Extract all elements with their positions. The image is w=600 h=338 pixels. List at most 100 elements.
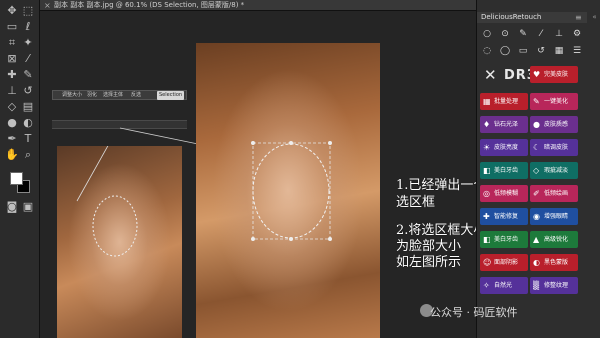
panel-button-label: 一键美化 [544,98,569,105]
moon-icon: ☾ [533,143,541,152]
panel-button-label: 美白牙齿 [494,167,519,174]
magic-wand-tool-icon[interactable]: ✦ [21,36,35,50]
panel-button-15[interactable]: ☺ 面部阴影 [480,254,528,271]
panel-button-label: 批量处理 [494,98,519,105]
panel-button-1[interactable]: ▦ 批量处理 [480,93,528,110]
panel-button-label: 修整纹理 [544,282,569,289]
option-item-select-subject[interactable]: 选择主体 [103,91,123,100]
panel-button-16[interactable]: ◐ 黑色蒙版 [530,254,578,271]
panel-button-label: 暗调皮肤 [544,144,569,151]
panel-collapse-icon[interactable]: « [588,12,600,23]
panel-button-label: 皮肤质感 [544,121,569,128]
history-brush-tool-icon[interactable]: ↺ [21,84,35,98]
tooth-icon: ◧ [483,166,491,175]
panel-button-18[interactable]: ▒ 修整纹理 [530,277,578,294]
hand-tool-icon[interactable]: ✋ [5,148,19,162]
reference-portrait-image [57,146,182,338]
screen-mode-icon[interactable]: ▣ [21,200,35,214]
resize-handle-top-left[interactable] [251,141,255,145]
panel-button-3[interactable]: ♦ 钻石光泽 [480,116,528,133]
tools-cross-icon: ✕ [484,66,497,84]
panel-button-8[interactable]: ◇ 瑕疵减淡 [530,162,578,179]
lasso-icon[interactable]: ◌ [481,45,493,57]
type-tool-icon[interactable]: T [21,132,35,146]
document-tab[interactable]: × 副本 副本 副本.jpg @ 60.1% (DS Selection, 图层… [40,0,476,11]
resize-handle-bottom-left[interactable] [251,237,255,241]
resize-handle-top[interactable] [289,141,293,145]
crop-tool-icon[interactable]: ⌗ [5,36,19,50]
stamp-icon[interactable]: ⊥ [553,28,565,40]
mask-icon: ◐ [533,258,540,267]
panel-button-6[interactable]: ☾ 暗调皮肤 [530,139,578,156]
option-item-resize[interactable]: 调整大小 [62,91,82,100]
watermark-text: 公众号 · 码匠软件 [430,306,518,319]
panel-button-13[interactable]: ◧ 美白牙齿 [480,231,528,248]
resize-handle-bottom-right[interactable] [328,237,332,241]
option-item-feather[interactable]: 羽化 [87,91,97,100]
blur-tool-icon[interactable]: ● [5,116,19,130]
history-icon[interactable]: ↺ [535,45,547,57]
circle-select-icon[interactable]: ◯ [499,45,511,57]
lasso-tool-icon[interactable]: ℓ [21,20,35,34]
paint-icon: ✐ [533,189,540,198]
face-selection-ellipse[interactable] [252,143,330,239]
resize-handle-bottom[interactable] [289,237,293,241]
panel-menu-icon[interactable]: ≡ [575,12,582,23]
foreground-color-swatch[interactable] [10,172,23,185]
pen-tool-icon[interactable]: ✒ [5,132,19,146]
panel-button-11[interactable]: ✚ 智能修复 [480,208,528,225]
marquee-icon[interactable]: ▭ [517,45,529,57]
panel-title-bar: DeliciousRetouch ≡ [477,12,587,23]
eyedropper-tool-icon[interactable]: ⁄ [21,52,35,66]
panel-button-label: 智能修复 [494,213,519,220]
brush-size-icon[interactable]: ○ [481,28,493,40]
panel-button-12[interactable]: ◉ 增强眼睛 [530,208,578,225]
marquee-tool-icon[interactable]: ▭ [5,20,19,34]
diamond-icon: ♦ [483,120,491,129]
gradient-tool-icon[interactable]: ▤ [21,100,35,114]
reference-guide-line [76,146,109,202]
panel-button-7[interactable]: ◧ 美白牙齿 [480,162,528,179]
layers-icon[interactable]: ☰ [571,45,583,57]
option-item-selection[interactable]: Selection [157,91,185,100]
selection-overlay [251,141,332,241]
eraser-icon: ◇ [533,166,540,175]
eraser-tool-icon[interactable]: ◇ [5,100,19,114]
droplet-icon: ● [533,120,540,129]
clone-stamp-tool-icon[interactable]: ⊥ [5,84,19,98]
panel-button-17[interactable]: ✧ 自然光 [480,277,528,294]
frame-tool-icon[interactable]: ⊠ [5,52,19,66]
resize-handle-top-right[interactable] [328,141,332,145]
panel-button-label: 增强眼睛 [544,213,569,220]
brush-tool-icon[interactable]: ✎ [21,68,35,82]
texture-icon: ▒ [533,281,540,290]
panel-button-0[interactable]: ♥ 完美皮肤 [530,66,578,83]
bandage-icon: ✚ [483,212,490,221]
panel-button-5[interactable]: ☀ 皮肤亮度 [480,139,528,156]
panel-button-9[interactable]: ◎ 低频模糊 [480,185,528,202]
close-tab-icon[interactable]: × [44,0,51,11]
dodge-tool-icon[interactable]: ◐ [21,116,35,130]
option-item-invert[interactable]: 反选 [131,91,141,100]
settings-icon[interactable]: ⚙ [571,28,583,40]
main-portrait-image[interactable] [196,43,380,338]
reference-face-selection [92,195,138,257]
pen-icon[interactable]: ✎ [517,28,529,40]
panel-button-4[interactable]: ● 皮肤质感 [530,116,578,133]
panel-button-label: 低频模糊 [494,190,519,197]
zoom-tool-icon[interactable]: ⌕ [21,148,35,162]
tools-panel: ✥ ⬚ ▭ ℓ ⌗ ✦ ⊠ ⁄ ✚ ✎ ⊥ ↺ ◇ ▤ ● ◐ ✒ T ✋ ⌕ … [0,0,40,338]
panel-button-14[interactable]: ▲ 高级锐化 [530,231,578,248]
grid-icon: ▦ [483,97,491,106]
move-tool-icon[interactable]: ✥ [5,4,19,18]
annotation-line-2: 选区框 [396,195,436,210]
dropper-icon[interactable]: ⁄ [535,28,547,40]
healing-brush-tool-icon[interactable]: ✚ [5,68,19,82]
quick-mask-icon[interactable]: ◙ [5,200,19,214]
panel-button-label: 面部阴影 [494,259,519,266]
artboard-tool-icon[interactable]: ⬚ [21,4,35,18]
grid-icon[interactable]: ▦ [553,45,565,57]
panel-button-2[interactable]: ✎ 一键美化 [530,93,578,110]
brush-hard-icon[interactable]: ⊙ [499,28,511,40]
panel-button-10[interactable]: ✐ 低频绘画 [530,185,578,202]
